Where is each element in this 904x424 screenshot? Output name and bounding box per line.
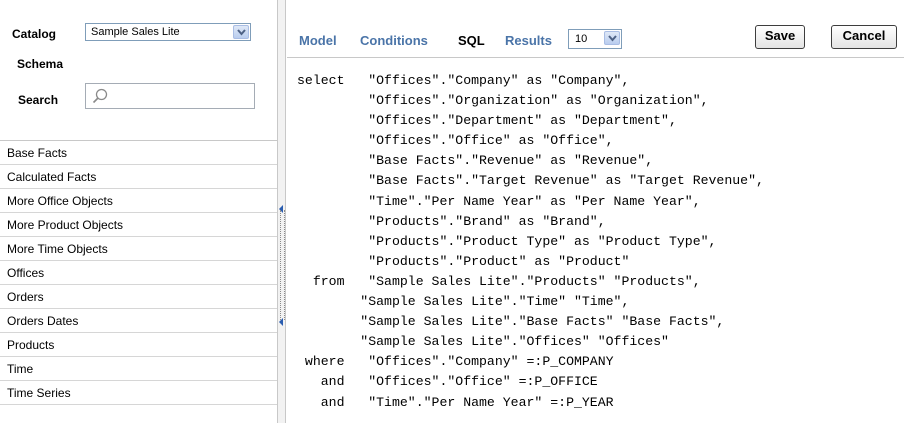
query-toolbar: Model Conditions SQL Results 10 Save Can… — [287, 0, 904, 58]
sql-line: "Products"."Product Type" as "Product Ty… — [297, 233, 717, 249]
tab-conditions[interactable]: Conditions — [360, 33, 428, 48]
search-label: Search — [18, 93, 59, 107]
folder-list: Base Facts Calculated Facts More Office … — [0, 140, 277, 424]
panel-splitter[interactable] — [278, 0, 286, 423]
list-item[interactable]: Orders Dates — [0, 309, 277, 333]
search-field[interactable] — [85, 83, 255, 109]
catalog-label: Catalog — [12, 27, 57, 41]
list-item[interactable]: Base Facts — [0, 141, 277, 165]
catalog-select-value: Sample Sales Lite — [91, 26, 180, 38]
sql-line: and "Time"."Per Name Year" =:P_YEAR — [297, 394, 614, 410]
list-item[interactable]: More Time Objects — [0, 237, 277, 261]
collapse-left-icon[interactable] — [279, 318, 284, 326]
sql-line: "Base Facts"."Revenue" as "Revenue", — [297, 153, 654, 169]
chevron-down-icon[interactable] — [604, 31, 620, 45]
sql-line: "Sample Sales Lite"."Offices" "Offices" — [297, 334, 669, 350]
chevron-down-icon[interactable] — [233, 25, 249, 39]
tab-sql[interactable]: SQL — [458, 33, 485, 48]
sql-line: "Offices"."Office" as "Office", — [297, 133, 614, 149]
search-input[interactable] — [114, 87, 252, 107]
list-item[interactable]: Time Series — [0, 381, 277, 405]
results-count-value: 10 — [575, 33, 588, 45]
sql-line: "Products"."Product" as "Product" — [297, 253, 630, 269]
sql-line: "Base Facts"."Target Revenue" as "Target… — [297, 173, 764, 189]
sql-line: where "Offices"."Company" =:P_COMPANY — [297, 354, 614, 370]
query-panel: Model Conditions SQL Results 10 Save Can… — [287, 0, 904, 423]
sql-editor[interactable]: select "Offices"."Company" as "Company",… — [287, 58, 904, 423]
list-item[interactable]: Offices — [0, 261, 277, 285]
sql-line: "Offices"."Department" as "Department", — [297, 113, 677, 129]
sql-line: and "Offices"."Office" =:P_OFFICE — [297, 374, 598, 390]
catalog-panel: Catalog Sample Sales Lite Schema Search … — [0, 0, 278, 423]
tab-results[interactable]: Results — [505, 33, 552, 48]
list-item[interactable]: Products — [0, 333, 277, 357]
list-item[interactable]: More Office Objects — [0, 189, 277, 213]
search-icon — [92, 88, 108, 109]
results-count-select[interactable]: 10 — [568, 29, 622, 49]
sql-line: from "Sample Sales Lite"."Products" "Pro… — [297, 273, 701, 289]
list-item[interactable]: Orders — [0, 285, 277, 309]
sql-line: "Time"."Per Name Year" as "Per Name Year… — [297, 193, 701, 209]
list-item[interactable]: Calculated Facts — [0, 165, 277, 189]
schema-label: Schema — [17, 57, 64, 71]
sql-code[interactable]: select "Offices"."Company" as "Company",… — [297, 71, 764, 413]
sql-line: "Sample Sales Lite"."Base Facts" "Base F… — [297, 314, 725, 330]
list-item[interactable]: More Product Objects — [0, 213, 277, 237]
sql-line: select "Offices"."Company" as "Company", — [297, 73, 630, 88]
sql-line: "Sample Sales Lite"."Time" "Time", — [297, 294, 630, 310]
cancel-button[interactable]: Cancel — [831, 25, 897, 49]
splitter-grip[interactable] — [280, 210, 285, 320]
list-item[interactable]: Time — [0, 357, 277, 381]
catalog-select[interactable]: Sample Sales Lite — [85, 23, 251, 41]
tab-model[interactable]: Model — [299, 33, 337, 48]
save-button[interactable]: Save — [755, 25, 805, 49]
sql-line: "Offices"."Organization" as "Organizatio… — [297, 93, 709, 109]
sql-line: "Products"."Brand" as "Brand", — [297, 213, 606, 229]
